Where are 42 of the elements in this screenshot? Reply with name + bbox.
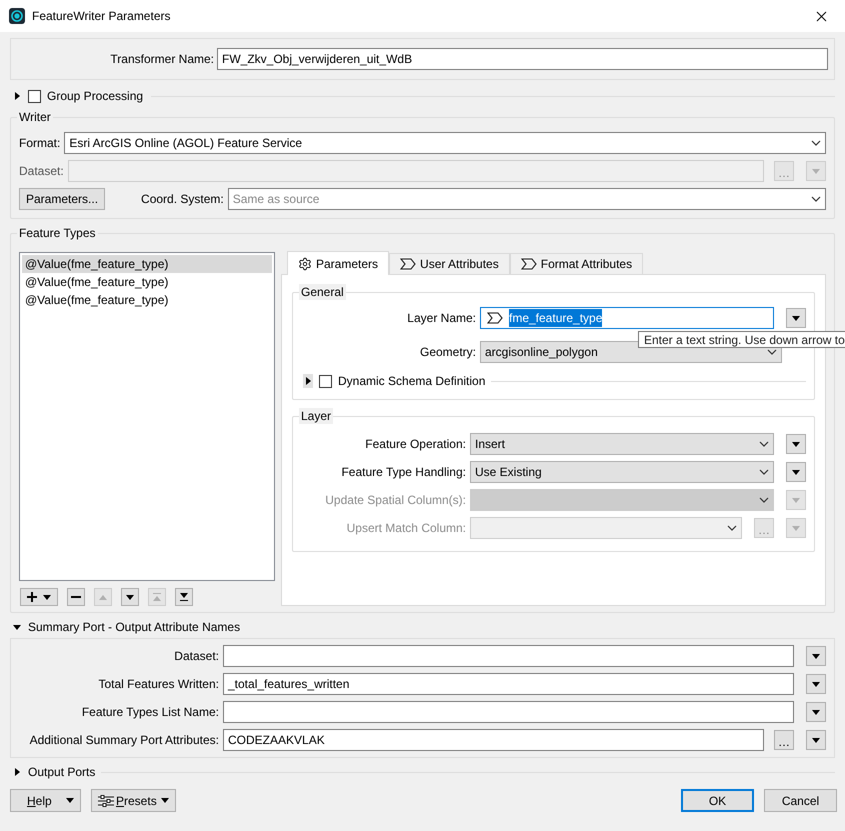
browse-button[interactable]: …: [774, 730, 794, 750]
field-label: Upsert Match Column:: [346, 520, 466, 537]
list-item[interactable]: @Value(fme_feature_type): [22, 291, 272, 309]
help-button[interactable]: Help: [10, 789, 81, 812]
tab[interactable]: Parameters: [287, 251, 390, 275]
transformer-name-field[interactable]: FW_Zkv_Obj_verwijderen_uit_WdB: [217, 48, 828, 70]
layer-name-field[interactable]: fme_feature_type: [480, 307, 774, 329]
field-label: Dataset:: [19, 163, 64, 180]
field-label: Feature Type Handling:: [340, 464, 466, 481]
field-label: Feature Types List Name:: [80, 704, 219, 721]
field-label: Format:: [19, 135, 60, 152]
section-label: Dynamic Schema Definition: [338, 373, 486, 390]
list-item[interactable]: @Value(fme_feature_type): [22, 255, 272, 273]
section-label: Group Processing: [47, 88, 144, 105]
text-field[interactable]: _total_features_written: [223, 673, 794, 695]
tab[interactable]: User Attributes: [389, 253, 510, 274]
dropdown[interactable]: Insert: [470, 433, 774, 455]
field-label: Additional Summary Port Attributes:: [28, 732, 219, 749]
presets-button[interactable]: Presets: [91, 789, 176, 812]
field-label: Update Spatial Column(s):: [324, 492, 466, 509]
text-field[interactable]: CODEZAAKVLAK: [223, 729, 764, 751]
section-label: Summary Port - Output Attribute Names: [28, 619, 240, 636]
section-label: Output Ports: [28, 764, 96, 781]
coord-system-dropdown[interactable]: Same as source: [228, 188, 826, 210]
field-label: Total Features Written:: [98, 676, 219, 693]
field-label: Dataset:: [173, 648, 219, 665]
field-label: Transformer Name:: [109, 51, 215, 68]
field-label: Layer Name:: [406, 310, 476, 327]
group-title: Layer: [299, 408, 334, 424]
field-label: Feature Operation:: [364, 436, 466, 453]
ok-button[interactable]: OK: [681, 789, 754, 812]
window-title: FeatureWriter Parameters: [32, 8, 170, 25]
field-label: Geometry:: [418, 344, 476, 361]
dropdown[interactable]: Use Existing: [470, 461, 774, 483]
list-item[interactable]: @Value(fme_feature_type): [22, 273, 272, 291]
format-dropdown[interactable]: Esri ArcGIS Online (AGOL) Feature Service: [64, 132, 826, 154]
tooltip: Enter a text string. Use down arrow to: [638, 331, 845, 348]
parameters-button[interactable]: Parameters...: [19, 188, 106, 210]
tab[interactable]: Format Attributes: [510, 253, 644, 274]
field-label: Coord. System:: [141, 191, 224, 208]
group-title: General: [299, 284, 346, 300]
cancel-button[interactable]: Cancel: [764, 789, 837, 812]
